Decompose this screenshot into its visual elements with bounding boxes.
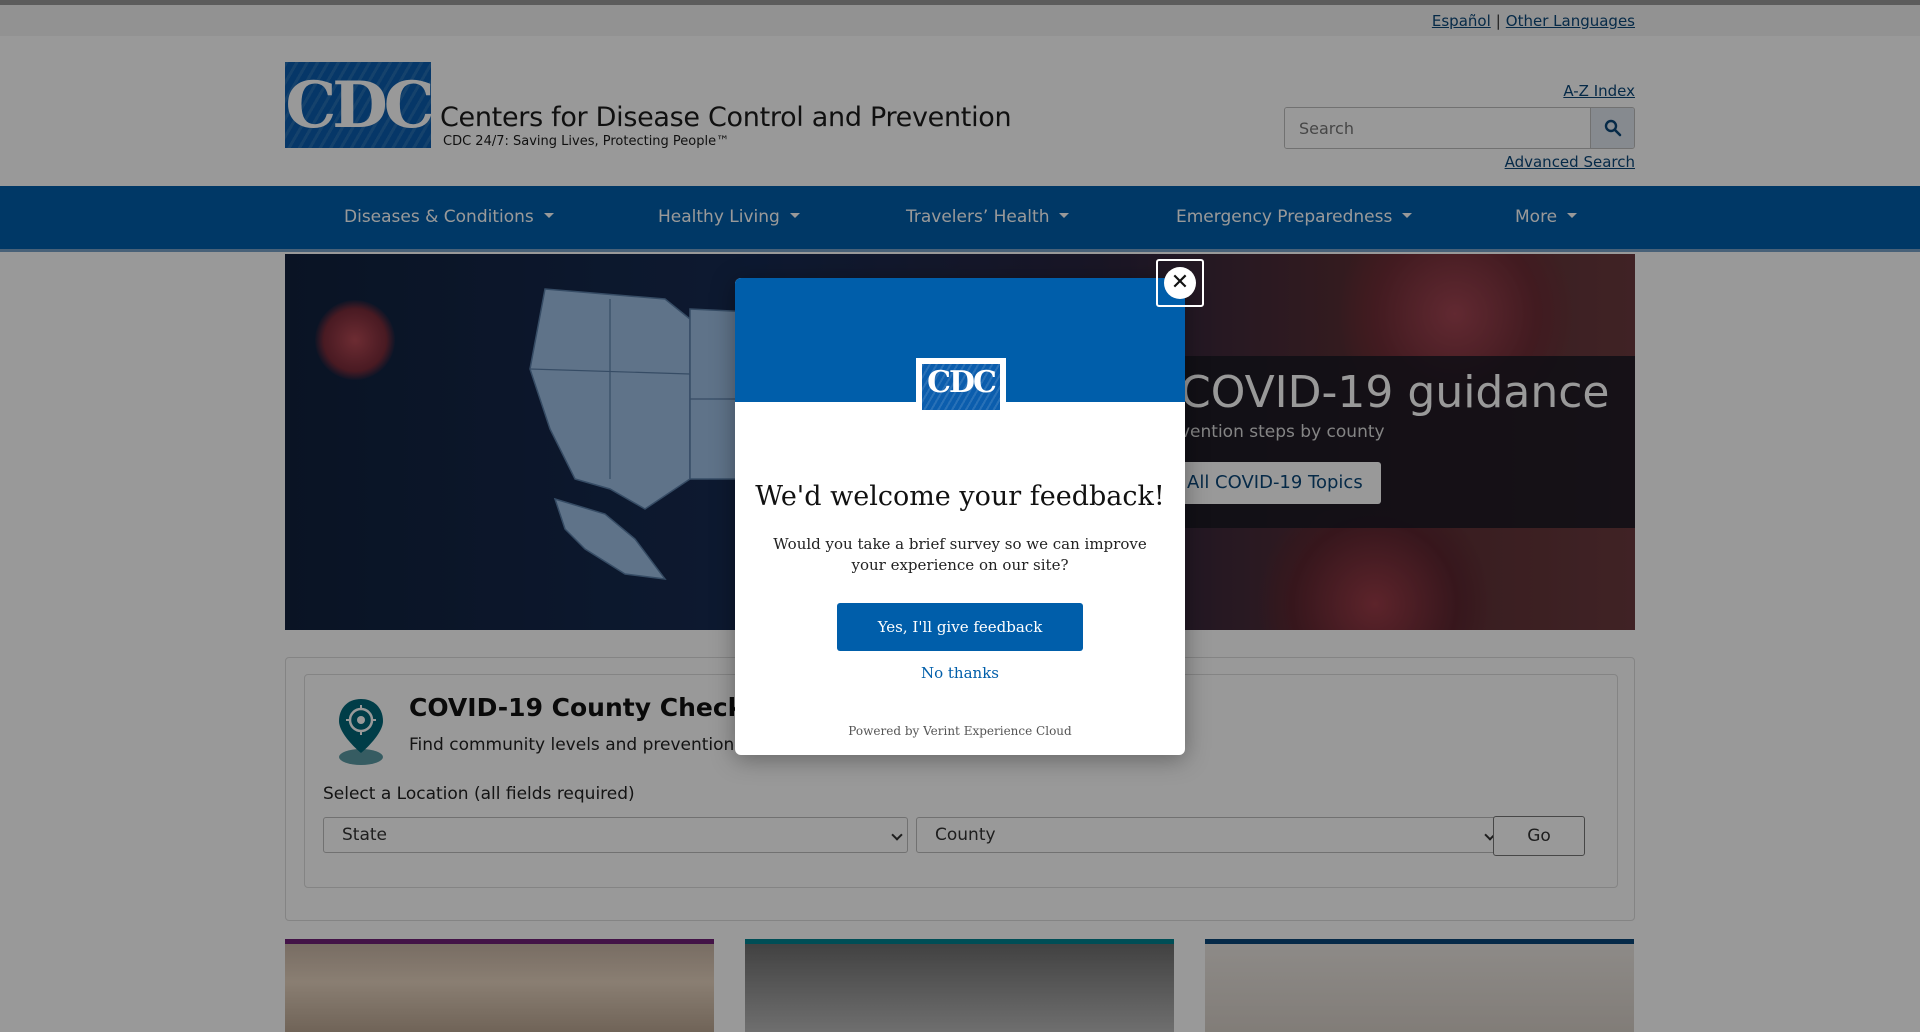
no-thanks-link[interactable]: No thanks: [735, 664, 1185, 682]
close-icon: ✕: [1164, 267, 1196, 299]
modal-logo-text: CDC: [927, 365, 997, 400]
modal-title: We'd welcome your feedback!: [755, 481, 1165, 512]
give-feedback-button[interactable]: Yes, I'll give feedback: [837, 603, 1083, 651]
modal-cdc-logo: CDC: [916, 358, 1006, 416]
modal-close-button[interactable]: ✕: [1156, 259, 1204, 307]
modal-logo-inner: CDC: [922, 364, 1000, 410]
feedback-modal: CDC We'd welcome your feedback! Would yo…: [735, 278, 1185, 755]
modal-text: Would you take a brief survey so we can …: [773, 535, 1147, 574]
powered-by-text: Powered by Verint Experience Cloud: [848, 724, 1072, 738]
